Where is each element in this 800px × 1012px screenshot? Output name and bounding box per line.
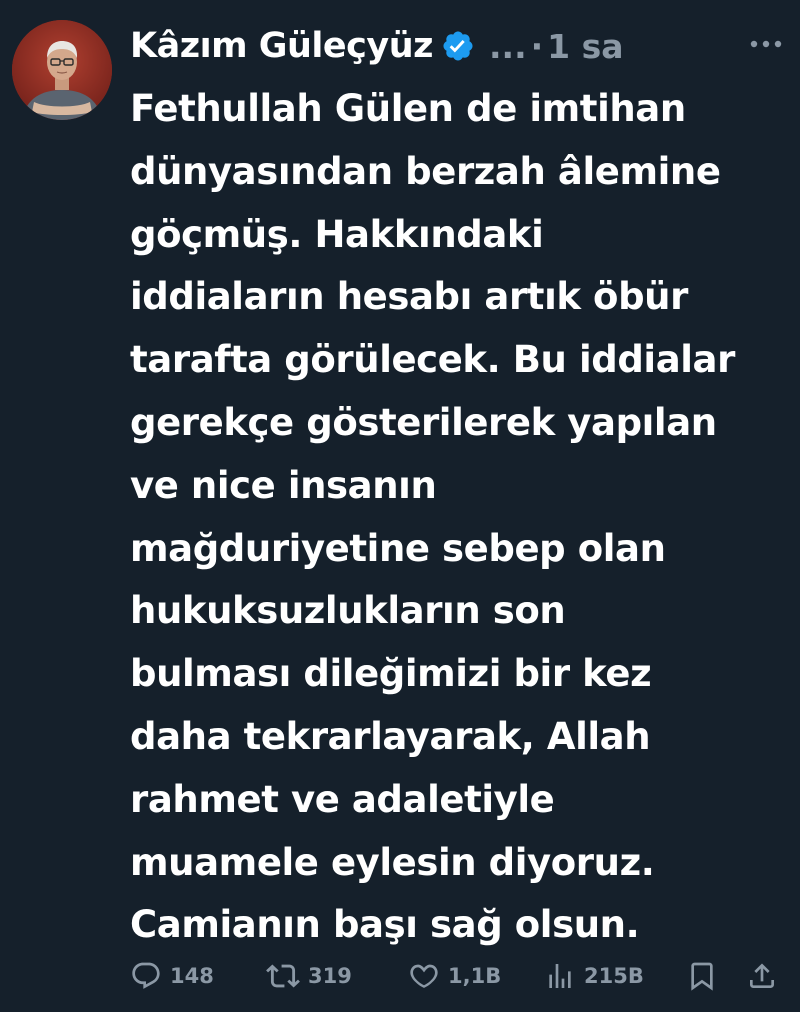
bookmark-button[interactable]	[686, 948, 718, 1004]
more-icon[interactable]	[746, 36, 786, 50]
tweet-text-line: rahmet ve adaletiyle	[130, 777, 555, 821]
tweet-text-line: iddiaların hesabı artık öbür	[130, 275, 688, 319]
tweet-text-line: bulması dileğimizi bir kez	[130, 652, 652, 696]
avatar[interactable]	[12, 20, 112, 120]
bookmark-icon	[686, 960, 718, 992]
action-bar: 148 319 1,1B 215B	[0, 948, 800, 1004]
tweet-text-line: mağduriyetine sebep olan	[130, 526, 666, 570]
retweet-button[interactable]: 319	[266, 948, 352, 1004]
tweet-text-line: tarafta görülecek. Bu iddialar	[130, 338, 735, 382]
retweet-icon	[266, 959, 300, 993]
tweet-text-line: dünyasından berzah âlemine	[130, 149, 721, 193]
views-button[interactable]: 215B	[544, 948, 644, 1004]
views-icon	[544, 960, 576, 992]
tweet-text-line: Fethullah Gülen de imtihan	[130, 87, 686, 130]
author-name[interactable]: Kâzım Güleçyüz	[130, 26, 434, 66]
tweet-text-line: ve nice insanın	[130, 463, 437, 507]
reply-count: 148	[170, 964, 214, 988]
tweet-header: Kâzım Güleçyüz ... · 1 sa	[130, 18, 790, 74]
like-button[interactable]: 1,1B	[408, 948, 501, 1004]
share-button[interactable]	[746, 948, 778, 1004]
separator-dot: ·	[530, 26, 544, 66]
reply-icon	[130, 960, 162, 992]
tweet-text-line: hukuksuzlukların son	[130, 589, 566, 633]
heart-icon	[408, 960, 440, 992]
timestamp[interactable]: 1 sa	[547, 27, 623, 66]
tweet-text-line: gerekçe gösterilerek yapılan	[130, 400, 717, 444]
tweet-text-line: daha tekrarlayarak, Allah	[130, 714, 651, 758]
avatar-image	[12, 20, 112, 120]
retweet-count: 319	[308, 964, 352, 988]
tweet-text-line: muamele eylesin diyoruz.	[130, 840, 655, 884]
views-count: 215B	[584, 964, 644, 988]
reply-button[interactable]: 148	[130, 948, 214, 1004]
tweet-text-line: göçmüş. Hakkındaki	[130, 212, 544, 256]
tweet: Kâzım Güleçyüz ... · 1 sa Fethullah Güle…	[0, 0, 800, 1012]
share-icon	[746, 960, 778, 992]
author-handle[interactable]: ...	[489, 27, 527, 66]
tweet-text: Fethullah Gülen de imtihan dünyasından b…	[130, 78, 790, 957]
verified-badge-icon	[441, 29, 475, 63]
like-count: 1,1B	[448, 964, 502, 988]
